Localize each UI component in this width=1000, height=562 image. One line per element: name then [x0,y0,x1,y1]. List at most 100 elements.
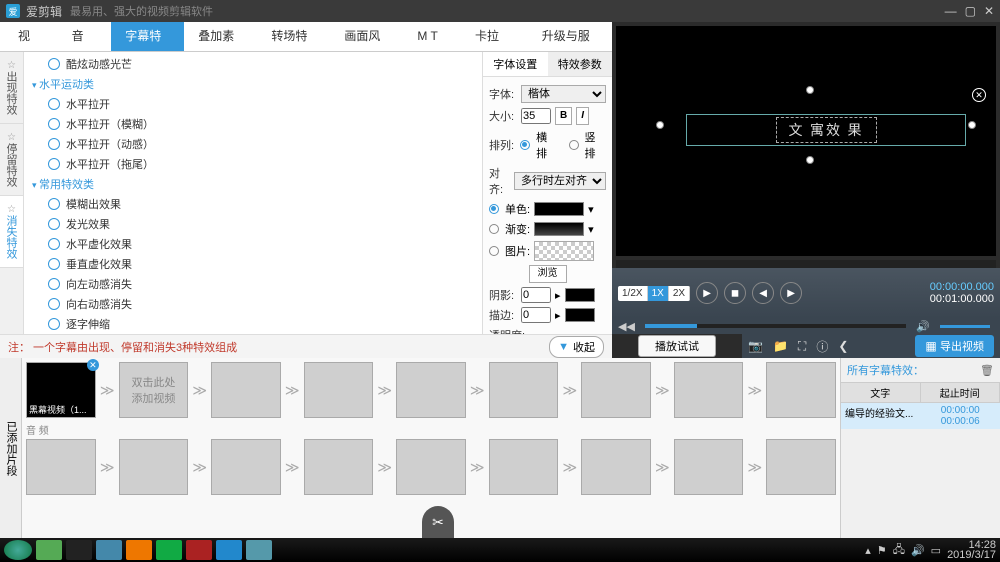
clip-empty[interactable] [396,439,466,495]
speed-1x[interactable]: 1X [648,286,669,301]
italic-button[interactable]: I [576,107,589,125]
tab-style[interactable]: 画面风格 [330,22,403,51]
clip-empty[interactable] [581,362,651,418]
stroke-color[interactable] [565,308,595,322]
add-clip[interactable]: 双击此处添加视频 [119,362,189,418]
radio-horizontal[interactable] [520,140,530,150]
task-item[interactable] [126,540,152,560]
clock[interactable]: 14:282019/3/17 [947,540,996,560]
font-select[interactable]: 楷体 [521,85,606,103]
speed-2x[interactable]: 2X [669,286,690,301]
minimize-icon[interactable]: — [945,4,957,18]
volume-icon[interactable]: 🔊 [916,320,930,333]
browse-button[interactable]: 浏览 [529,265,567,283]
snapshot-icon[interactable]: 📷 [748,339,763,353]
preview-canvas[interactable]: ✕ 文 寓效 果 [616,26,996,256]
tree-item[interactable]: 逐字伸缩 [24,314,482,334]
dropdown-icon[interactable]: ▾ [588,223,594,236]
tree-item[interactable]: 水平拉开（动感） [24,134,482,154]
info-icon[interactable]: ⓘ [816,338,828,355]
radio-gradient[interactable] [489,224,499,234]
tree-group[interactable]: 常用特效类 [24,174,482,194]
tree-item[interactable]: 水平拉开（模糊） [24,114,482,134]
prev-frame-button[interactable]: ◀ [752,282,774,304]
image-swatch[interactable] [534,241,594,261]
clip[interactable]: ✕黑幕视频（1... [26,362,96,418]
task-item[interactable] [156,540,182,560]
task-item[interactable] [186,540,212,560]
shadow-input[interactable] [521,287,551,303]
dropdown-icon[interactable]: ▾ [588,203,594,216]
tray-up-icon[interactable]: ▴ [865,544,871,557]
clip-empty[interactable] [766,362,836,418]
tree-item[interactable]: 水平虚化效果 [24,234,482,254]
fx-row[interactable]: 编导的经验文... 00:00:0000:00:06 [841,403,1000,429]
clip-empty[interactable] [674,362,744,418]
start-button[interactable] [4,540,32,560]
trash-icon[interactable]: 🗑 [980,364,994,377]
volume-slider[interactable] [940,325,990,328]
tab-overlay[interactable]: 叠加素材 [184,22,257,51]
clip-empty[interactable] [26,439,96,495]
stage-appear[interactable]: ☆出现特效 [0,52,23,124]
prop-tab-params[interactable]: 特效参数 [548,52,613,76]
effect-tree[interactable]: 酷炫动感光芒 水平运动类 水平拉开 水平拉开（模糊） 水平拉开（动感） 水平拉开… [24,52,482,334]
tray-lang-icon[interactable]: ▭ [931,544,941,557]
tree-item[interactable]: 向左动感消失 [24,274,482,294]
tab-audio[interactable]: 音 频 [58,22,112,51]
tray-flag-icon[interactable]: ⚑ [877,544,887,557]
tree-item[interactable]: 模糊出效果 [24,194,482,214]
task-item[interactable] [36,540,62,560]
clip-empty[interactable] [211,439,281,495]
radio-vertical[interactable] [569,140,579,150]
radio-solid-color[interactable] [489,204,499,214]
stage-disappear[interactable]: ☆消失特效 [0,196,23,268]
tab-transition[interactable]: 转场特效 [257,22,330,51]
share-icon[interactable]: ❮ [838,339,848,353]
radio-image[interactable] [489,246,499,256]
timeline[interactable]: ✕黑幕视频（1... ≫ 双击此处添加视频 ≫ ≫ ≫ ≫ ≫ ≫ ≫ 音 频 … [22,358,840,538]
clip-empty[interactable] [304,439,374,495]
clip-empty[interactable] [304,362,374,418]
stage-stay[interactable]: ☆停留特效 [0,124,23,196]
tree-item[interactable]: 向右动感消失 [24,294,482,314]
prop-tab-font[interactable]: 字体设置 [483,52,548,76]
maximize-icon[interactable]: ▢ [965,4,976,18]
stroke-input[interactable] [521,307,551,323]
tray-volume-icon[interactable]: 🔊 [911,544,925,557]
seek-bar[interactable] [616,260,996,268]
progress-slider[interactable] [645,324,906,328]
clip-empty[interactable] [489,362,559,418]
close-icon[interactable]: ✕ [984,4,994,18]
task-item[interactable] [216,540,242,560]
tab-karaoke[interactable]: 卡拉OK [461,22,528,51]
export-button[interactable]: ▦ 导出视频 [915,335,994,357]
gradient-swatch[interactable] [534,222,584,236]
tree-item[interactable]: 水平拉开 [24,94,482,114]
clip-empty[interactable] [489,439,559,495]
tray-network-icon[interactable]: 🖧 [893,541,905,560]
clip-empty[interactable] [581,439,651,495]
cut-button[interactable]: ✂ [422,506,454,538]
stop-button[interactable]: ◼ [724,282,746,304]
remove-clip-icon[interactable]: ✕ [87,359,99,371]
task-item[interactable] [246,540,272,560]
color-swatch[interactable] [534,202,584,216]
clip-empty[interactable] [119,439,189,495]
shadow-color[interactable] [565,288,595,302]
size-input[interactable] [521,108,551,124]
play-test-button[interactable]: 播放试试 [638,335,716,357]
align-select[interactable]: 多行时左对齐 [514,172,606,190]
text-box[interactable]: 文 寓效 果 [686,114,966,146]
folder-icon[interactable]: 📁 [773,339,788,353]
next-frame-button[interactable]: ▶ [780,282,802,304]
stepper-icon[interactable]: ▸ [555,289,561,302]
clip-empty[interactable] [396,362,466,418]
stepper-icon[interactable]: ▸ [555,309,561,322]
task-item[interactable] [66,540,92,560]
speed-half[interactable]: 1/2X [618,286,648,301]
tree-item[interactable]: 发光效果 [24,214,482,234]
tab-video[interactable]: 视 频 [4,22,58,51]
play-button[interactable]: ▶ [696,282,718,304]
close-text-icon[interactable]: ✕ [972,88,986,102]
